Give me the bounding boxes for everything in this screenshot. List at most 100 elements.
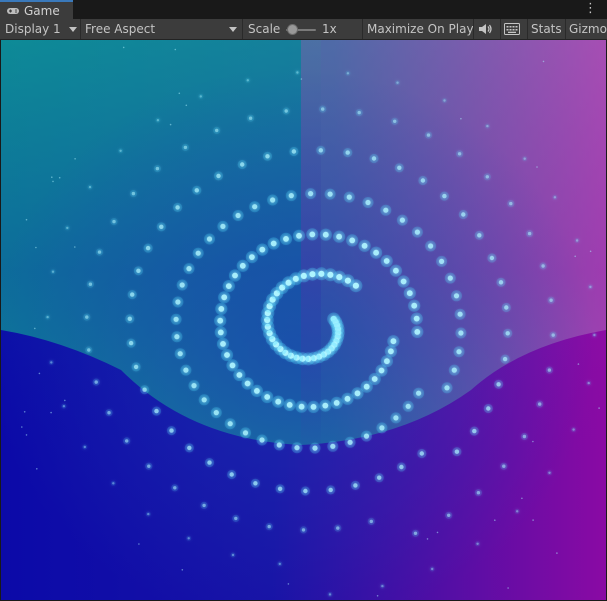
scale-slider-handle[interactable] [286, 24, 298, 35]
glow-dot [593, 333, 596, 337]
glow-dot [291, 149, 297, 154]
glow-dot [549, 298, 553, 302]
glow-dot [206, 236, 213, 242]
faint-speck [138, 543, 140, 545]
glow-dot [236, 372, 243, 378]
glow-dot [215, 128, 219, 133]
glow-dot [393, 119, 397, 124]
faint-speck [74, 246, 76, 248]
glow-dot [336, 233, 342, 240]
glow-dot [218, 306, 225, 312]
glow-dot [294, 445, 300, 451]
glow-dot [173, 486, 177, 490]
faint-speck [300, 78, 303, 80]
glow-dot [88, 185, 92, 189]
glow-dot [346, 72, 350, 75]
faint-speck [185, 104, 188, 107]
glow-dot [174, 334, 180, 340]
glow-dot [411, 302, 418, 309]
glow-dot [502, 356, 508, 362]
glow-dot [416, 390, 422, 396]
glow-dot [522, 434, 527, 439]
faint-speck [35, 246, 37, 249]
glow-dot [330, 443, 336, 449]
window-menu-icon[interactable]: ⋮ [584, 2, 597, 15]
keyboard-shortcuts-toggle[interactable] [504, 19, 524, 39]
gizmos-toggle[interactable]: Gizmos [569, 19, 607, 39]
glow-dot [457, 152, 462, 156]
glow-dot [406, 290, 413, 297]
glow-dot [232, 272, 238, 279]
glow-dot [365, 199, 371, 206]
glow-dot [97, 250, 102, 254]
glow-dot [309, 271, 316, 278]
glow-dot [413, 531, 418, 535]
glow-dot [202, 503, 206, 508]
glow-dot [216, 173, 221, 179]
display-dropdown[interactable]: Display 1 [5, 19, 79, 39]
glow-dot [442, 193, 447, 199]
glow-dot [346, 194, 352, 200]
faint-speck [21, 426, 23, 428]
glow-dot [458, 330, 464, 336]
stats-toggle[interactable]: Stats [531, 19, 563, 39]
scale-label: Scale [248, 22, 281, 36]
faint-speck [287, 583, 290, 585]
glow-dot [363, 433, 370, 439]
faint-speck [426, 538, 429, 540]
faint-speck [589, 250, 592, 253]
game-toolbar: Display 1 Free Aspect Scale 1x Maximize … [0, 19, 607, 40]
glow-dot [220, 223, 226, 229]
tab-bar: Game ⋮ [0, 0, 607, 19]
faint-speck [23, 411, 26, 413]
glow-dot [383, 207, 389, 213]
glow-dot [444, 385, 450, 391]
chevron-down-icon [229, 27, 237, 32]
glow-dot [457, 311, 463, 317]
glow-dot [94, 380, 98, 384]
faint-speck [178, 92, 181, 95]
glow-dot [397, 165, 402, 170]
glow-dot [310, 404, 317, 410]
glow-dot [516, 510, 519, 513]
glow-dot [133, 364, 139, 370]
glow-dot [428, 243, 434, 249]
glow-dot [270, 197, 276, 203]
glow-dot [496, 382, 501, 387]
glow-dot [353, 483, 358, 488]
aspect-dropdown-label: Free Aspect [85, 22, 156, 36]
tab-game-label: Game [24, 3, 60, 18]
tab-game[interactable]: Game [0, 0, 73, 19]
glow-dot [377, 475, 382, 480]
glow-dot [509, 201, 513, 206]
glow-dot [354, 390, 361, 397]
glow-dot [419, 451, 424, 456]
game-viewport[interactable] [1, 40, 606, 600]
glow-dot [239, 262, 246, 269]
glow-dot [276, 442, 282, 448]
glow-dot [349, 237, 356, 244]
mute-audio-toggle[interactable] [477, 19, 497, 39]
maximize-on-play-toggle[interactable]: Maximize On Play [367, 19, 473, 39]
glow-dot [119, 149, 122, 152]
glow-dot [587, 381, 590, 385]
glow-dot [318, 148, 323, 153]
glow-dot [183, 367, 189, 373]
glow-dot [309, 231, 316, 238]
glow-dot [400, 278, 407, 285]
glow-dot [130, 292, 135, 297]
glow-dot [186, 266, 192, 272]
glow-dot [221, 294, 228, 301]
glow-dot [388, 348, 394, 355]
glow-dot [220, 341, 226, 347]
glow-dot [191, 383, 197, 389]
glow-dot [259, 437, 265, 443]
glow-dot [384, 358, 390, 365]
aspect-dropdown[interactable]: Free Aspect [85, 19, 241, 39]
faint-speck [122, 46, 125, 49]
glow-dot [62, 405, 66, 408]
glow-dot [207, 460, 212, 465]
glow-dot [259, 246, 266, 253]
glow-dot [234, 516, 238, 521]
glow-dot [420, 178, 426, 183]
